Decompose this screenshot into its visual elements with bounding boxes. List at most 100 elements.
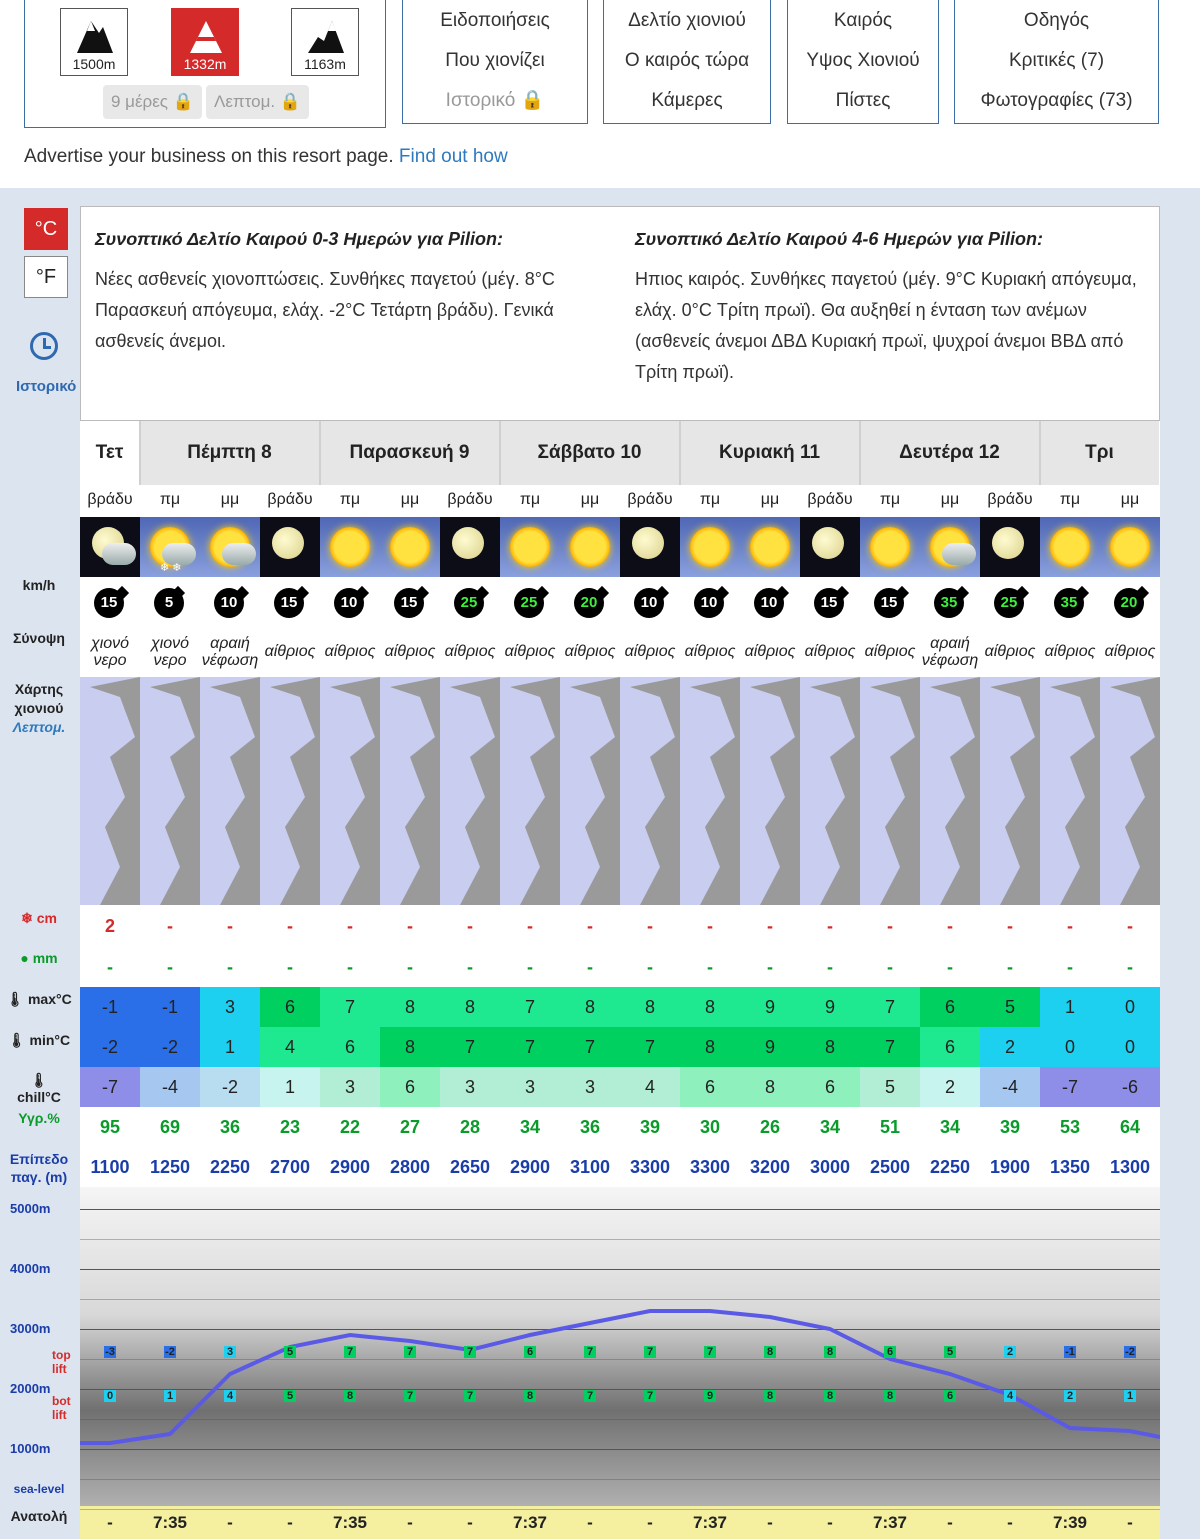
- label-line: Χάρτης: [14, 681, 64, 697]
- map-detail-link[interactable]: Λεπτομ.: [0, 718, 78, 737]
- menu-link-snow-report[interactable]: Δελτίο χιονιού: [604, 0, 770, 40]
- snow-map-thumbnail[interactable]: [320, 677, 380, 905]
- snow-map-thumbnail[interactable]: [800, 677, 860, 905]
- wind-cell: 25: [500, 577, 560, 629]
- peak-label: 1332m: [183, 56, 227, 72]
- max-temp: -1: [140, 987, 200, 1027]
- wind-chill: -4: [980, 1067, 1040, 1107]
- menu-link-photos[interactable]: Φωτογραφίες (73): [955, 80, 1158, 120]
- celsius-toggle[interactable]: °C: [24, 208, 68, 250]
- find-out-how-link[interactable]: Find out how: [399, 146, 508, 167]
- wind-unit-label: km/h: [22, 577, 56, 593]
- freezing-level: 2250: [920, 1147, 980, 1187]
- wind-arrow-icon: 5: [154, 588, 184, 618]
- history-link[interactable]: Ιστορικό: [16, 378, 76, 395]
- menu-link-history[interactable]: Ιστορικό 🔒: [403, 80, 587, 120]
- max-temp: 8: [380, 987, 440, 1027]
- fahrenheit-toggle[interactable]: °F: [24, 256, 68, 298]
- snow-map-thumbnail[interactable]: [680, 677, 740, 905]
- menu-link-alerts[interactable]: Ειδοποιήσεις: [403, 0, 587, 40]
- menu-link-snow-depth[interactable]: Υψος Χιονιού: [788, 40, 938, 80]
- menu-link-pistes[interactable]: Πίστες: [788, 80, 938, 120]
- sunrise-time: 7:35: [320, 1506, 380, 1539]
- wind-chill: 3: [320, 1067, 380, 1107]
- snow-map-thumbnail[interactable]: [200, 677, 260, 905]
- clock-icon[interactable]: [30, 332, 58, 360]
- snow-row-label: ❄ cm: [0, 910, 78, 927]
- max-temp: 8: [620, 987, 680, 1027]
- menu-weather: Καιρός Υψος Χιονιού Πίστες: [787, 0, 939, 124]
- max-temp: 7: [500, 987, 560, 1027]
- menu-link-where-snowing[interactable]: Που χιονίζει: [403, 40, 587, 80]
- moon-shape: [452, 527, 484, 559]
- button-label: Λεπτομ.: [214, 92, 276, 111]
- period-label: πμ: [1040, 485, 1100, 517]
- menu-link-weather[interactable]: Καιρός: [788, 0, 938, 40]
- detail-locked-button[interactable]: Λεπτομ. 🔒: [206, 85, 310, 119]
- sun-icon: [1100, 517, 1160, 577]
- day-header: Πέμπτη 8: [140, 421, 320, 485]
- snow-map-thumbnail[interactable]: [740, 677, 800, 905]
- nine-day-locked-button[interactable]: 9 μέρες 🔒: [103, 85, 202, 119]
- sun-shape: [750, 527, 790, 567]
- rain-value: -: [80, 947, 140, 987]
- menu-alerts: Ειδοποιήσεις Που χιονίζει Ιστορικό 🔒: [402, 0, 588, 124]
- snow-map-thumbnail[interactable]: [260, 677, 320, 905]
- humidity-value: 64: [1100, 1107, 1160, 1147]
- snow-map-thumbnail[interactable]: [140, 677, 200, 905]
- sun-icon: [680, 517, 740, 577]
- cloud-shape: [102, 543, 136, 565]
- sky-summary: αίθριος: [1040, 629, 1100, 677]
- snow-map-thumbnail[interactable]: [80, 677, 140, 905]
- peak-bottom-button[interactable]: 1163m: [291, 8, 359, 76]
- max-temp: 7: [320, 987, 380, 1027]
- mountain-icon: [308, 21, 344, 53]
- menu-link-cameras[interactable]: Κάμερες: [604, 80, 770, 120]
- wind-arrow-icon: 15: [94, 588, 124, 618]
- peak-mid-button[interactable]: 1332m: [171, 8, 239, 76]
- snow-map-thumbnail[interactable]: [620, 677, 680, 905]
- humidity-value: 34: [500, 1107, 560, 1147]
- snowflake-shape: ❄ ❄: [160, 562, 182, 574]
- menu-link-reviews[interactable]: Κριτικές (7): [955, 40, 1158, 80]
- top-lift-temp: 8: [764, 1346, 776, 1358]
- summary-text: Νέες ασθενείς χιονοπτώσεις. Συνθήκες παγ…: [95, 269, 555, 351]
- sunrise-time: -: [560, 1506, 620, 1539]
- bottom-lift-temp: 8: [884, 1390, 896, 1402]
- lock-icon: 🔒: [172, 92, 194, 111]
- label-line: χιονιού: [14, 700, 64, 716]
- period-label: βράδυ: [800, 485, 860, 517]
- top-lift-temp: 2: [1004, 1346, 1016, 1358]
- snow-map-thumbnail[interactable]: [380, 677, 440, 905]
- forecast-grid: Τετ Πέμπτη 8 Παρασκευή 9 Σάββατο 10 Κυριακή …: [80, 421, 1160, 1539]
- min-temp: 7: [560, 1027, 620, 1067]
- wind-cell: 5: [140, 577, 200, 629]
- bottom-lift-temp: 8: [344, 1390, 356, 1402]
- snow-map-thumbnail[interactable]: [1040, 677, 1100, 905]
- snow-map-thumbnail[interactable]: [560, 677, 620, 905]
- advert-text: Advertise your business on this resort p…: [24, 146, 508, 168]
- wind-arrow-icon: 15: [814, 588, 844, 618]
- max-temp: 9: [740, 987, 800, 1027]
- rain-value: -: [800, 947, 860, 987]
- moon-icon: [440, 517, 500, 577]
- sunrise-time: 7:35: [140, 1506, 200, 1539]
- snow-map-thumbnail[interactable]: [980, 677, 1040, 905]
- bottom-lift-temp: 8: [524, 1390, 536, 1402]
- snow-map-thumbnail[interactable]: [860, 677, 920, 905]
- menu-link-guide[interactable]: Οδηγός: [955, 0, 1158, 40]
- sky-summary: αίθριος: [380, 629, 440, 677]
- peak-top-button[interactable]: 1500m: [60, 8, 128, 76]
- bottom-lift-label: bot lift: [52, 1394, 71, 1422]
- bottom-lift-temp: 1: [1124, 1390, 1136, 1402]
- snow-map-thumbnail[interactable]: [440, 677, 500, 905]
- min-temp: -2: [80, 1027, 140, 1067]
- raindrop-icon: ●: [20, 950, 29, 966]
- wind-arrow-icon: 10: [634, 588, 664, 618]
- snow-map-thumbnail[interactable]: [920, 677, 980, 905]
- menu-link-weather-now[interactable]: Ο καιρός τώρα: [604, 40, 770, 80]
- top-lift-label: top lift: [52, 1348, 71, 1376]
- snow-map-thumbnail[interactable]: [500, 677, 560, 905]
- period-label: πμ: [320, 485, 380, 517]
- snow-map-thumbnail[interactable]: [1100, 677, 1160, 905]
